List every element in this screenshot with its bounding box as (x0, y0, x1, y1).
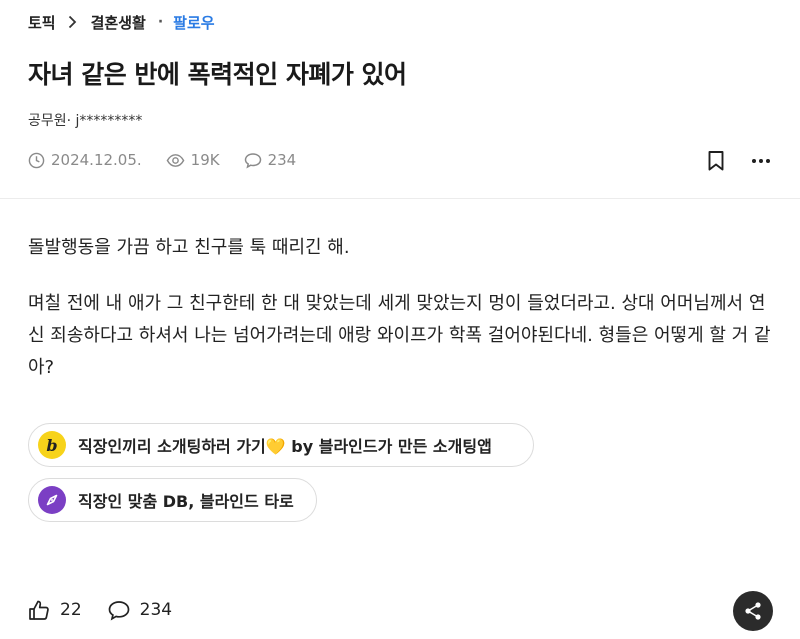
promo-link-tarot[interactable]: 직장인 맞춤 DB, 블라인드 타로 (28, 478, 317, 522)
more-options-button[interactable] (750, 150, 772, 176)
breadcrumb-category[interactable]: 결혼생활 (91, 12, 146, 33)
divider (0, 198, 800, 199)
comment-icon (244, 152, 261, 168)
compass-icon (38, 486, 66, 514)
like-button[interactable]: 22 (28, 599, 82, 621)
promo-link-dating[interactable]: b 직장인끼리 소개팅하러 가기💛 by 블라인드가 만든 소개팅앱 (28, 423, 534, 467)
breadcrumb: 토픽 결혼생활 · 팔로우 (28, 10, 215, 34)
comment-button[interactable]: 234 (108, 600, 172, 621)
bookmark-button[interactable] (707, 150, 725, 176)
post-views: 19K (166, 151, 220, 169)
chevron-right-icon (68, 15, 77, 29)
post-date-text: 2024.12.05. (51, 151, 142, 169)
eye-icon (166, 153, 185, 167)
post-comments-text: 234 (267, 151, 297, 169)
follow-button[interactable]: 팔로우 (173, 12, 214, 33)
reaction-bar: 22 234 (28, 596, 198, 624)
comment-icon (108, 600, 129, 621)
promo-label: 직장인 맞춤 DB, 블라인드 타로 (78, 492, 294, 511)
promo-label: 직장인끼리 소개팅하러 가기💛 by 블라인드가 만든 소개팅앱 (78, 437, 492, 456)
post-meta: 2024.12.05. 19K 234 (28, 149, 320, 171)
more-horizontal-icon (752, 159, 770, 163)
author-info[interactable]: 공무원· j********* (28, 110, 142, 130)
thumbs-up-icon (29, 600, 49, 620)
separator-dot: · (157, 14, 164, 30)
post-paragraph: 며칠 전에 내 애가 그 친구한테 한 대 맞았는데 세게 맞았는지 멍이 들었… (28, 293, 771, 378)
share-icon (745, 602, 761, 620)
bookmark-icon (708, 151, 724, 171)
breadcrumb-topic[interactable]: 토픽 (28, 12, 56, 33)
post-comments: 234 (244, 151, 297, 169)
post-title: 자녀 같은 반에 폭력적인 자폐가 있어 (28, 60, 407, 89)
post-paragraph: 돌발행동을 가끔 하고 친구를 툭 때리긴 해. (28, 237, 350, 258)
post-body: 돌발행동을 가끔 하고 친구를 툭 때리긴 해. 며칠 전에 내 애가 그 친구… (28, 232, 778, 408)
like-count: 22 (60, 600, 82, 620)
post-page: 토픽 결혼생활 · 팔로우 자녀 같은 반에 폭력적인 자폐가 있어 공무원· … (0, 0, 800, 639)
clock-icon (28, 152, 45, 168)
post-date: 2024.12.05. (28, 151, 142, 169)
comment-count: 234 (139, 600, 173, 620)
blind-b-icon: b (38, 431, 66, 459)
post-views-text: 19K (190, 151, 220, 169)
share-button[interactable] (733, 591, 773, 631)
